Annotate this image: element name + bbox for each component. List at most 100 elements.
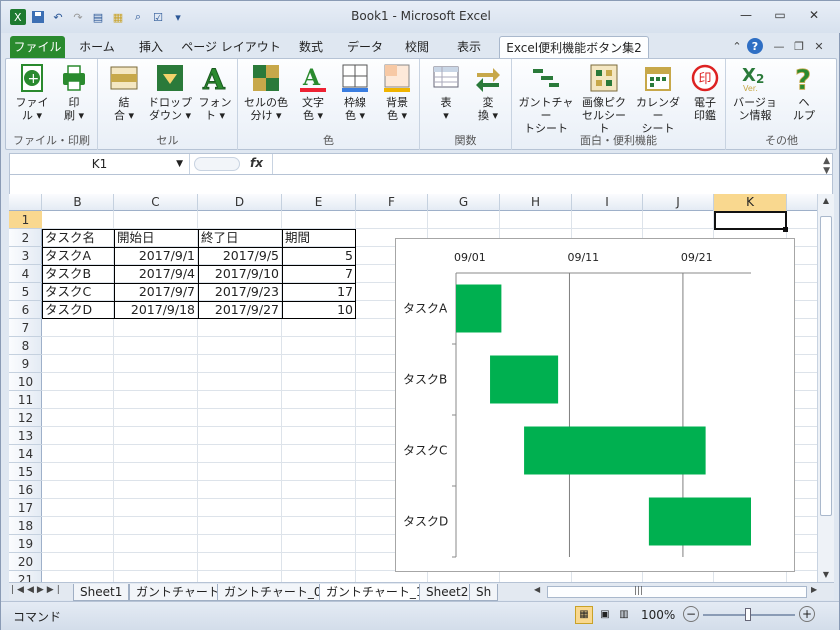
table-header[interactable]: 終了日	[198, 229, 282, 247]
name-box-dropdown-icon[interactable]: ▼	[176, 154, 183, 174]
zoom-out-icon[interactable]: −	[683, 606, 699, 622]
scroll-down-icon[interactable]: ▼	[820, 570, 832, 580]
background-color-button[interactable]: 背景色 ▾	[378, 63, 416, 122]
cell-color-split-button[interactable]: セルの色 分け ▾	[242, 63, 290, 122]
zoom-level[interactable]: 100%	[641, 608, 675, 622]
insert-function-icon[interactable]: fx	[250, 156, 263, 170]
row-header[interactable]: 9	[9, 355, 42, 373]
table-cell[interactable]: タスクD	[42, 301, 114, 319]
scroll-up-icon[interactable]: ▲	[820, 196, 832, 206]
column-header[interactable]: H	[500, 194, 572, 211]
row-header[interactable]: 19	[9, 535, 42, 553]
row-header[interactable]: 16	[9, 481, 42, 499]
row-header[interactable]: 7	[9, 319, 42, 337]
close-icon[interactable]: ✕	[801, 5, 827, 25]
row-header[interactable]: 6	[9, 301, 42, 319]
table-cell[interactable]: 2017/9/7	[114, 283, 198, 301]
page-break-view-icon[interactable]: ▥	[615, 606, 633, 624]
column-header[interactable]: I	[572, 194, 643, 211]
column-header[interactable]: E	[282, 194, 356, 211]
column-header[interactable]: D	[198, 194, 282, 211]
normal-view-icon[interactable]: ▦	[575, 606, 593, 624]
row-header[interactable]: 14	[9, 445, 42, 463]
sheet-nav-arrows[interactable]: |◀◀▶▶|	[11, 585, 63, 595]
table-cell[interactable]: 10	[282, 301, 356, 319]
table-cell[interactable]: タスクA	[42, 247, 114, 265]
minimize-icon[interactable]: —	[733, 5, 759, 25]
row-header[interactable]: 12	[9, 409, 42, 427]
sheet-tab[interactable]: Sheet2	[419, 584, 476, 601]
sheet-tab[interactable]: ガントチャート_0	[217, 584, 329, 601]
sheet-tab[interactable]: Sheet1	[73, 584, 130, 601]
row-header[interactable]: 17	[9, 499, 42, 517]
formula-input[interactable]	[272, 154, 814, 174]
tab-data[interactable]: データ	[341, 36, 389, 59]
table-cell[interactable]: 2017/9/10	[198, 265, 282, 283]
table-cell[interactable]: 2017/9/27	[198, 301, 282, 319]
table-cell[interactable]: 2017/9/18	[114, 301, 198, 319]
vertical-scrollbar[interactable]: ▲ ▼	[817, 194, 834, 582]
sheet-tab-active[interactable]: ガントチャート_1	[319, 584, 431, 601]
table-cell[interactable]: 7	[282, 265, 356, 283]
sheet-tab[interactable]: ガントチャート	[129, 584, 227, 601]
table-cell[interactable]: 2017/9/4	[114, 265, 198, 283]
row-header[interactable]: 4	[9, 265, 42, 283]
tab-page-layout[interactable]: ページ レイアウト	[181, 36, 281, 59]
row-header[interactable]: 11	[9, 391, 42, 409]
name-box[interactable]: K1 ▼	[10, 154, 190, 174]
table-cell[interactable]: タスクB	[42, 265, 114, 283]
row-header[interactable]: 18	[9, 517, 42, 535]
workbook-minimize-icon[interactable]: —	[771, 38, 787, 54]
column-header[interactable]: F	[356, 194, 428, 211]
page-layout-view-icon[interactable]: ▣	[596, 606, 614, 624]
font-button[interactable]: A フォント ▾	[196, 63, 234, 122]
tab-review[interactable]: 校閲	[397, 36, 437, 59]
pixel-art-sheet-button[interactable]: 画像ピク セルシート	[578, 63, 630, 135]
row-header[interactable]: 1	[9, 211, 42, 229]
vertical-scroll-thumb[interactable]	[820, 216, 832, 516]
horizontal-scrollbar[interactable]: |||	[547, 586, 807, 598]
row-header[interactable]: 15	[9, 463, 42, 481]
gantt-chart-sheet-button[interactable]: ガントチャー トシート	[516, 63, 576, 135]
collapse-ribbon-icon[interactable]: ⌃	[729, 38, 745, 54]
row-header[interactable]: 20	[9, 553, 42, 571]
merge-button[interactable]: 結合 ▾	[104, 63, 144, 122]
file-button[interactable]: + ファイル ▾	[12, 63, 52, 122]
convert-button[interactable]: 変換 ▾	[468, 63, 508, 122]
worksheet-grid[interactable]: B C D E F G H I J K 1 2 3 4 5 6 7 8 9 10 11 12 13 14 1…	[9, 194, 817, 582]
digital-seal-button[interactable]: 印 電子 印鑑	[686, 63, 724, 122]
column-header[interactable]: G	[428, 194, 500, 211]
tab-file[interactable]: ファイル	[10, 36, 65, 59]
tab-formulas[interactable]: 数式	[289, 36, 333, 59]
column-header-selected[interactable]: K	[714, 194, 787, 211]
table-button[interactable]: 表 ▾	[426, 63, 466, 122]
sheet-tab[interactable]: Sh	[469, 584, 499, 601]
text-color-button[interactable]: A 文字色 ▾	[294, 63, 332, 122]
table-header[interactable]: 期間	[282, 229, 356, 247]
select-all-corner[interactable]	[9, 194, 42, 211]
border-color-button[interactable]: 枠線色 ▾	[336, 63, 374, 122]
row-header[interactable]: 3	[9, 247, 42, 265]
maximize-icon[interactable]: ▭	[767, 5, 793, 25]
row-header[interactable]: 13	[9, 427, 42, 445]
table-header[interactable]: 開始日	[114, 229, 198, 247]
help-button[interactable]: ? ヘルプ	[784, 63, 824, 122]
tab-view[interactable]: 表示	[447, 36, 491, 59]
fill-handle[interactable]	[783, 227, 788, 232]
workbook-close-icon[interactable]: ✕	[811, 38, 827, 54]
column-header[interactable]: C	[114, 194, 198, 211]
scroll-right-icon[interactable]: ▶	[811, 585, 817, 594]
active-cell-k1[interactable]	[714, 211, 787, 230]
column-header[interactable]: B	[42, 194, 114, 211]
table-cell[interactable]: 5	[282, 247, 356, 265]
tab-home[interactable]: ホーム	[73, 36, 121, 59]
workbook-restore-icon[interactable]: ❐	[791, 38, 807, 54]
table-header[interactable]: タスク名	[42, 229, 114, 247]
version-info-button[interactable]: X 2 Ver. バージョ ン情報	[730, 63, 780, 122]
scroll-left-icon[interactable]: ◀	[534, 585, 540, 594]
help-icon[interactable]: ?	[747, 38, 763, 54]
print-button[interactable]: 印刷 ▾	[54, 63, 94, 122]
zoom-in-icon[interactable]: +	[799, 606, 815, 622]
row-header[interactable]: 21	[9, 571, 42, 582]
table-cell[interactable]: 2017/9/1	[114, 247, 198, 265]
